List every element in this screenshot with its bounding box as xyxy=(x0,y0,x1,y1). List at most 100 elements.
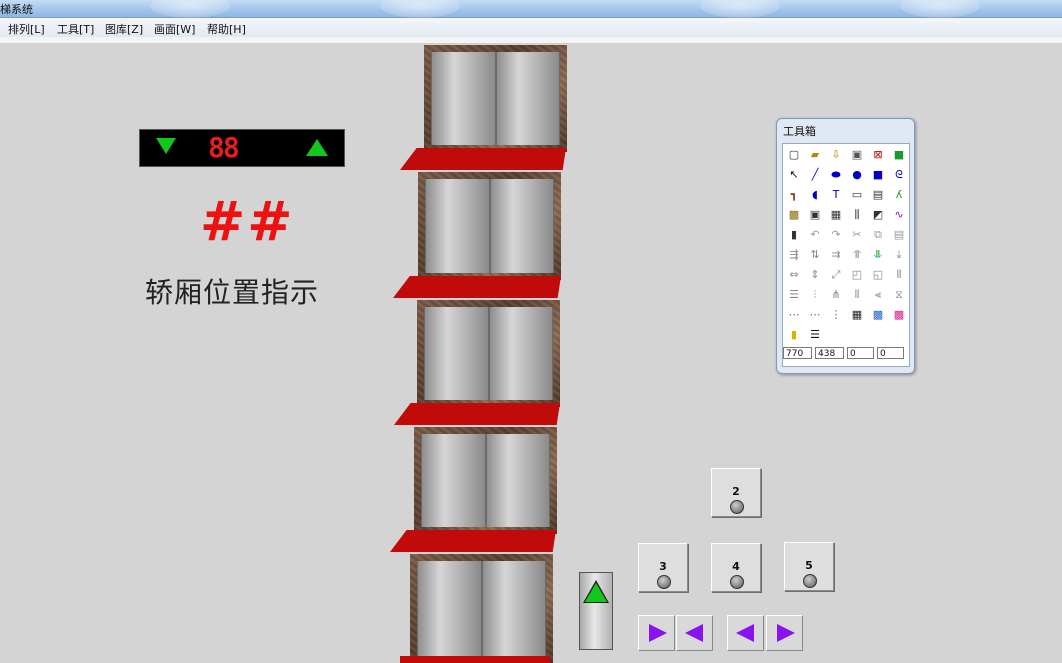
trend-icon[interactable]: ◩ xyxy=(871,208,885,222)
floor-sill xyxy=(390,530,556,552)
title-glow xyxy=(900,0,980,18)
landing-door-4 xyxy=(418,172,561,280)
window-title: 梯系统 xyxy=(0,3,33,16)
link-icon[interactable]: ∿ xyxy=(892,208,906,222)
same-width-icon[interactable]: ⇔ xyxy=(787,268,801,282)
fill-color-icon[interactable]: ▮ xyxy=(787,328,801,342)
pipe-icon[interactable]: ┓ xyxy=(787,188,801,202)
image-icon[interactable]: ▩ xyxy=(787,208,801,222)
redo-icon[interactable]: ↷ xyxy=(829,228,843,242)
vcenter-icon[interactable]: ⫴ xyxy=(850,288,864,302)
floor-number: 3 xyxy=(659,560,667,573)
menu-help[interactable]: 帮助[H] xyxy=(207,21,246,37)
align-middle-icon[interactable]: ⥥ xyxy=(871,248,885,262)
cut-icon[interactable]: ✂ xyxy=(850,228,864,242)
call-button-floor-2[interactable]: 2 xyxy=(711,468,761,517)
line-style-icon[interactable]: ☰ xyxy=(808,328,822,342)
import-icon[interactable]: ⇩ xyxy=(829,148,843,162)
door-button-right[interactable] xyxy=(638,615,675,651)
floor-sill xyxy=(400,148,566,170)
filled-square-icon[interactable]: ■ xyxy=(871,168,885,182)
grid-icon[interactable]: ▦ xyxy=(829,208,843,222)
rounded-rect-icon[interactable]: ▭ xyxy=(850,188,864,202)
toolbox-panel[interactable]: 工具箱 ▢ ▰ ⇩ ▣ ⊠ ■ ↖ ╱ ⬬ ● ■ ᘓ ┓ ◖ T ▭ ▤ ʎ ▩ ▣ ▦ ⫼ ◩ ∿ ▮ ↶ ↷ ✂ ⧉ ▤ ⇶ ⇅ ⇉ ⥣ ⥥ ⤓… xyxy=(776,118,915,374)
pointer-icon[interactable]: ↖ xyxy=(787,168,801,182)
dots-v-icon[interactable]: ⋮ xyxy=(829,308,843,322)
toolbox-title: 工具箱 xyxy=(783,125,816,138)
ellipse-flat-icon[interactable]: ⬬ xyxy=(829,168,843,182)
call-lamp-icon xyxy=(730,575,744,589)
frame-icon[interactable]: ▣ xyxy=(808,208,822,222)
filled-circle-icon[interactable]: ● xyxy=(850,168,864,182)
triangle-right-icon xyxy=(649,624,667,642)
distribute-icon[interactable]: ⫷ xyxy=(871,288,885,302)
up-arrow-icon xyxy=(306,139,328,156)
call-button-floor-3[interactable]: 3 xyxy=(638,543,688,592)
hspace-icon[interactable]: ☰ xyxy=(787,288,801,302)
call-button-floor-4[interactable]: 4 xyxy=(711,543,761,592)
text-icon[interactable]: T xyxy=(829,188,843,202)
title-glow xyxy=(150,0,230,18)
color-grid-icon[interactable]: ▩ xyxy=(892,308,906,322)
grid-fine-icon[interactable]: ▦ xyxy=(850,308,864,322)
floor-number: 2 xyxy=(732,485,740,498)
coord-x: 770 xyxy=(783,347,812,359)
spiral-icon[interactable]: ᘓ xyxy=(892,168,906,182)
pie-icon[interactable]: ◖ xyxy=(808,188,822,202)
green-screen-icon[interactable]: ■ xyxy=(892,148,906,162)
align-center-icon[interactable]: ⇅ xyxy=(808,248,822,262)
open-folder-icon[interactable]: ▰ xyxy=(808,148,822,162)
copy-icon[interactable]: ⧉ xyxy=(871,228,885,242)
toolbox-grid: ▢ ▰ ⇩ ▣ ⊠ ■ ↖ ╱ ⬬ ● ■ ᘓ ┓ ◖ T ▭ ▤ ʎ ▩ ▣ ▦ ⫼ ◩ ∿ ▮ ↶ ↷ ✂ ⧉ ▤ ⇶ ⇅ ⇉ ⥣ ⥥ ⤓ ⇔ ⇕ ⤢ ◰… xyxy=(782,143,910,367)
hcenter-icon[interactable]: ⋔ xyxy=(829,288,843,302)
door-panel-left xyxy=(425,179,490,273)
landing-door-2 xyxy=(414,427,557,534)
triangle-right-icon xyxy=(777,624,795,642)
door-button-left[interactable] xyxy=(676,615,713,651)
call-lamp-icon xyxy=(730,500,744,514)
door-panel-right xyxy=(489,179,554,273)
ungroup-icon[interactable]: ⧖ xyxy=(892,288,906,302)
door-button-right-2[interactable] xyxy=(766,615,803,651)
up-arrow-icon xyxy=(585,583,607,602)
menu-tools[interactable]: 工具[T] xyxy=(57,21,94,37)
title-bar: 梯系统 xyxy=(0,0,1062,18)
device-icon[interactable]: ▮ xyxy=(787,228,801,242)
door-button-left-2[interactable] xyxy=(727,615,764,651)
menu-library[interactable]: 图库[Z] xyxy=(105,21,143,37)
align-bottom-icon[interactable]: ⤓ xyxy=(892,248,906,262)
floor-number: 5 xyxy=(805,559,813,572)
group-icon[interactable]: ⦀ xyxy=(892,268,906,282)
align-top-icon[interactable]: ⥣ xyxy=(850,248,864,262)
same-height-icon[interactable]: ⇕ xyxy=(808,268,822,282)
undo-icon[interactable]: ↶ xyxy=(808,228,822,242)
same-size-icon[interactable]: ⤢ xyxy=(829,268,843,282)
curve-icon[interactable]: ʎ xyxy=(892,188,906,202)
call-button-floor-5[interactable]: 5 xyxy=(784,542,834,591)
up-call-panel[interactable] xyxy=(579,572,613,650)
line-icon[interactable]: ╱ xyxy=(808,168,822,182)
document-icon[interactable]: ▤ xyxy=(871,188,885,202)
back-icon[interactable]: ◱ xyxy=(871,268,885,282)
toolbar-strip xyxy=(0,37,1062,44)
paste-icon[interactable]: ▤ xyxy=(892,228,906,242)
dots-h-icon[interactable]: ⋯ xyxy=(787,308,801,322)
door-panel-right xyxy=(495,52,560,145)
chart-bars-icon[interactable]: ⫼ xyxy=(850,208,864,222)
align-left-icon[interactable]: ⇶ xyxy=(787,248,801,262)
vspace-icon[interactable]: ⫶ xyxy=(808,288,822,302)
dots-row-icon[interactable]: ⋯ xyxy=(808,308,822,322)
chart-icon[interactable]: ⊠ xyxy=(871,148,885,162)
down-arrow-icon xyxy=(156,138,176,154)
menu-arrange[interactable]: 排列[L] xyxy=(8,21,45,37)
door-panel-left xyxy=(421,434,486,527)
menu-screen[interactable]: 画面[W] xyxy=(154,21,195,37)
align-right-icon[interactable]: ⇉ xyxy=(829,248,843,262)
landing-door-3 xyxy=(417,300,560,407)
triangle-left-icon xyxy=(736,624,754,642)
save-disk-icon[interactable]: ▣ xyxy=(850,148,864,162)
new-page-icon[interactable]: ▢ xyxy=(787,148,801,162)
door-panel-left xyxy=(417,561,482,656)
palette-icon[interactable]: ▩ xyxy=(871,308,885,322)
front-icon[interactable]: ◰ xyxy=(850,268,864,282)
